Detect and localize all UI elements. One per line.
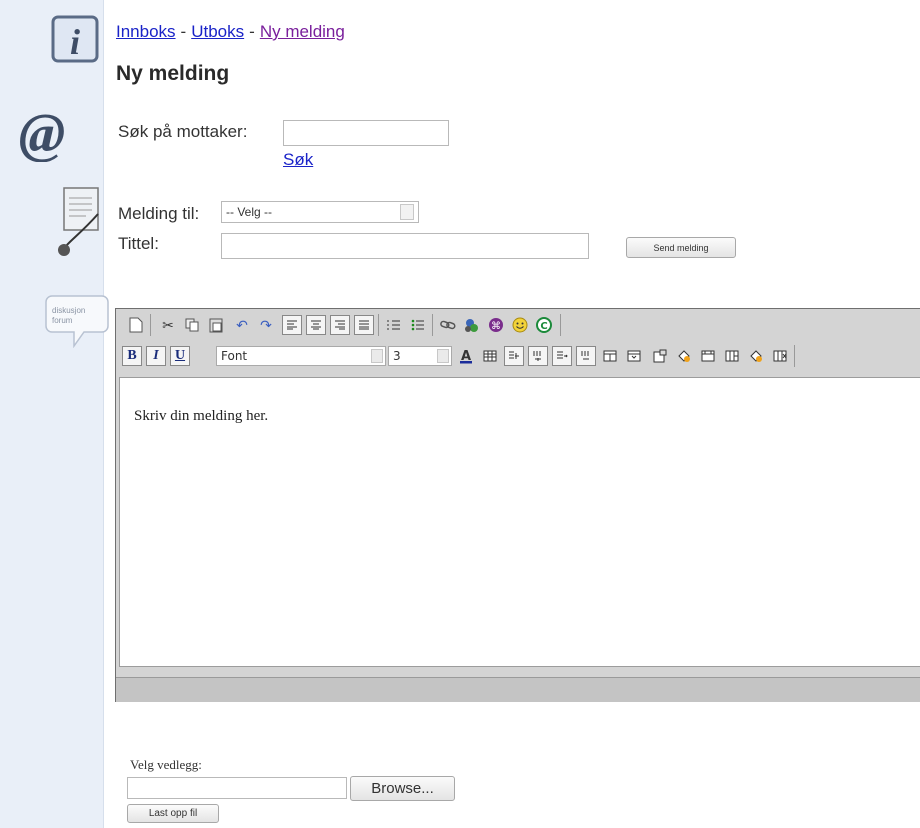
search-recipient-label: Søk på mottaker: bbox=[118, 122, 248, 141]
send-message-button[interactable]: Send melding bbox=[626, 237, 736, 258]
smiley-icon[interactable] bbox=[510, 315, 530, 335]
editor-toolbar-secondary: B I U Font 3 A bbox=[116, 342, 920, 370]
copy-icon[interactable] bbox=[182, 315, 202, 335]
toolbar-divider bbox=[794, 345, 795, 367]
copyright-icon[interactable]: C bbox=[534, 315, 554, 335]
select-arrow-icon bbox=[371, 349, 383, 363]
inbox-link[interactable]: Innboks bbox=[116, 22, 176, 41]
italic-button[interactable]: I bbox=[146, 346, 166, 366]
insert-column-icon[interactable] bbox=[504, 346, 524, 366]
outbox-link[interactable]: Utboks bbox=[191, 22, 244, 41]
table-properties-icon[interactable] bbox=[650, 346, 670, 366]
image-icon[interactable] bbox=[462, 315, 482, 335]
insert-cell-icon[interactable] bbox=[552, 346, 572, 366]
delete-column-icon[interactable] bbox=[770, 346, 790, 366]
cell-properties-icon[interactable] bbox=[674, 346, 694, 366]
ordered-list-icon[interactable] bbox=[384, 315, 404, 335]
cut-icon[interactable]: ✂ bbox=[158, 315, 178, 335]
paste-icon[interactable] bbox=[206, 315, 226, 335]
merge-cells-icon[interactable] bbox=[600, 346, 620, 366]
svg-text:C: C bbox=[540, 321, 547, 332]
font-size-value: 3 bbox=[393, 349, 401, 363]
at-sign-icon[interactable]: @ bbox=[6, 102, 84, 162]
breadcrumb-separator: - bbox=[180, 22, 187, 41]
svg-text:⌘: ⌘ bbox=[491, 321, 501, 332]
browse-button[interactable]: Browse... bbox=[350, 776, 455, 801]
undo-icon[interactable]: ↶ bbox=[232, 315, 252, 335]
toolbar-divider bbox=[378, 314, 379, 336]
sidebar: i @ diskusjon forum bbox=[0, 0, 109, 828]
svg-text:i: i bbox=[70, 22, 80, 62]
delete-row-icon[interactable] bbox=[576, 346, 596, 366]
insert-table-icon[interactable] bbox=[480, 346, 500, 366]
align-right-icon[interactable] bbox=[330, 315, 350, 335]
svg-text:@: @ bbox=[19, 103, 66, 162]
cell-color-icon[interactable] bbox=[746, 346, 766, 366]
row-properties-icon[interactable] bbox=[698, 346, 718, 366]
split-cells-icon[interactable] bbox=[624, 346, 644, 366]
message-to-label: Melding til: bbox=[118, 204, 200, 223]
select-arrow-icon bbox=[437, 349, 449, 363]
editor-status-bar bbox=[116, 677, 920, 702]
search-recipient-input[interactable] bbox=[283, 120, 449, 146]
column-properties-icon[interactable] bbox=[722, 346, 742, 366]
bold-button[interactable]: B bbox=[122, 346, 142, 366]
align-center-icon[interactable] bbox=[306, 315, 326, 335]
insert-row-icon[interactable] bbox=[528, 346, 548, 366]
align-left-icon[interactable] bbox=[282, 315, 302, 335]
justify-icon[interactable] bbox=[354, 315, 374, 335]
title-input[interactable] bbox=[221, 233, 589, 259]
special-char-icon[interactable]: ⌘ bbox=[486, 315, 506, 335]
breadcrumb-separator: - bbox=[249, 22, 255, 41]
document-stethoscope-icon[interactable] bbox=[52, 184, 104, 264]
link-icon[interactable] bbox=[438, 315, 458, 335]
recipient-select[interactable]: -- Velg -- bbox=[221, 201, 419, 223]
message-body-editor[interactable]: Skriv din melding her. bbox=[119, 377, 920, 667]
toolbar-divider bbox=[150, 314, 151, 336]
search-link[interactable]: Søk bbox=[283, 150, 313, 170]
font-select-value: Font bbox=[221, 349, 248, 363]
unordered-list-icon[interactable] bbox=[408, 315, 428, 335]
toolbar-divider bbox=[432, 314, 433, 336]
attachment-label: Velg vedlegg: bbox=[130, 757, 202, 772]
recipient-select-value: -- Velg -- bbox=[226, 205, 273, 219]
new-document-icon[interactable] bbox=[126, 315, 146, 335]
editor-toolbar-primary: ✂ ↶ ↷ ⌘ C bbox=[116, 311, 706, 339]
title-label: Tittel: bbox=[118, 234, 159, 253]
file-path-input[interactable] bbox=[127, 777, 347, 799]
select-arrow-icon bbox=[400, 204, 414, 220]
toolbar-divider bbox=[560, 314, 561, 336]
breadcrumb: Innboks - Utboks - Ny melding bbox=[116, 22, 345, 42]
page-title: Ny melding bbox=[116, 62, 230, 85]
redo-icon[interactable]: ↷ bbox=[256, 315, 276, 335]
upload-file-button[interactable]: Last opp fil bbox=[127, 804, 219, 823]
new-message-link[interactable]: Ny melding bbox=[260, 22, 345, 41]
info-icon[interactable]: i bbox=[50, 14, 100, 64]
rich-text-editor: ✂ ↶ ↷ ⌘ C B I U Font 3 A Skriv din meldi… bbox=[115, 308, 920, 702]
underline-button[interactable]: U bbox=[170, 346, 190, 366]
font-size-select[interactable]: 3 bbox=[388, 346, 452, 366]
forum-icon-label: diskusjon forum bbox=[52, 306, 86, 325]
font-select[interactable]: Font bbox=[216, 346, 386, 366]
font-color-icon[interactable]: A bbox=[456, 346, 476, 366]
